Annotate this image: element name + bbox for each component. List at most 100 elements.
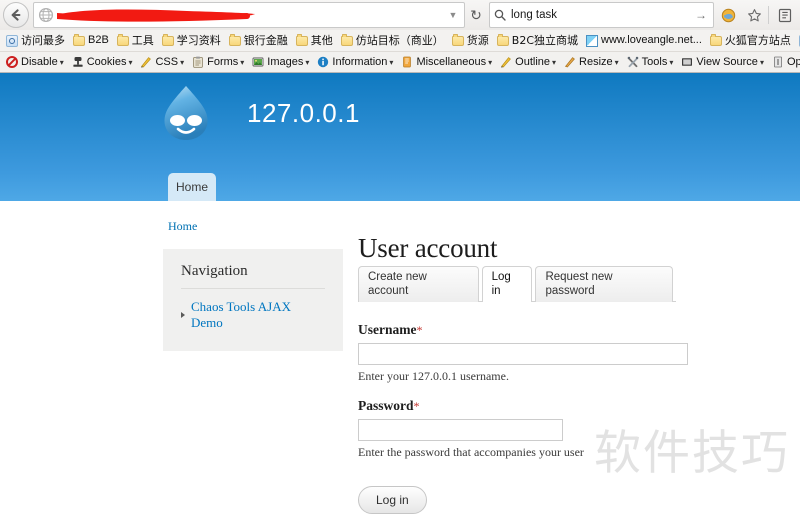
bookmark-label: 银行金融	[243, 34, 288, 47]
miscellaneous-icon	[403, 56, 412, 68]
address-bar-text-wrap	[57, 5, 446, 25]
toolbar-divider	[768, 6, 769, 24]
devtool-label: Cookies	[86, 55, 127, 68]
web-developer-toolbar: Disable ▾ Cookies ▾ CSS ▾ Forms ▾ Images…	[0, 51, 800, 72]
devtool-forms[interactable]: Forms ▾	[188, 53, 248, 72]
breadcrumb[interactable]: Home	[168, 219, 197, 234]
devtool-css[interactable]: CSS ▾	[136, 53, 188, 72]
bookmark-label: B2B	[88, 34, 109, 46]
devtool-label: Outline	[515, 55, 551, 68]
bookmark-item[interactable]: 仿站目标（商业）	[337, 31, 448, 50]
bookmark-item[interactable]: 学习资料	[158, 31, 225, 50]
devtool-images[interactable]: Images ▾	[248, 53, 313, 72]
tab-label: Request new password	[545, 271, 613, 297]
caret-down-icon: ▾	[552, 57, 557, 67]
menu-item-home[interactable]: Home	[168, 173, 216, 201]
sidebar-block-title: Navigation	[181, 263, 325, 289]
page-body: Home Navigation Chaos Tools AJAX Demo Us…	[0, 201, 800, 517]
firefox-account-icon[interactable]	[716, 3, 740, 27]
account-tabs: Create new account Log in Request new pa…	[358, 266, 676, 302]
bookmark-item[interactable]: 货源	[448, 31, 493, 50]
devtool-outline[interactable]: Outline ▾	[496, 53, 560, 72]
sidebar-item-chaos-tools-ajax-demo[interactable]: Chaos Tools AJAX Demo	[181, 299, 325, 331]
bookmark-item[interactable]: www.loveangle.net...	[582, 31, 706, 50]
back-button[interactable]	[3, 2, 29, 28]
folder-icon	[116, 33, 129, 46]
devtool-resize[interactable]: Resize ▾	[560, 53, 623, 72]
url-redaction-scribble	[57, 9, 255, 22]
tab-create-new-account[interactable]: Create new account	[358, 266, 479, 302]
search-input-value[interactable]: long task	[511, 4, 695, 26]
bookmark-item[interactable]: 访问最多	[2, 31, 69, 50]
reload-button[interactable]: ↻	[465, 3, 487, 27]
bookmark-item[interactable]: B2C独立商城	[493, 31, 582, 50]
log-in-submit-label: Log in	[376, 493, 409, 507]
watermark: 软件技巧	[594, 426, 790, 481]
devtool-cookies[interactable]: Cookies ▾	[68, 53, 137, 72]
devtool-view-source[interactable]: View Source ▾	[677, 53, 768, 72]
devtool-information[interactable]: Information ▾	[313, 53, 397, 72]
log-in-submit-button[interactable]: Log in	[358, 486, 427, 514]
bookmark-item[interactable]: 火狐官方站点	[706, 31, 795, 50]
username-input[interactable]	[358, 343, 688, 365]
bookmark-label: www.loveangle.net...	[601, 34, 702, 46]
disable-icon	[6, 56, 18, 68]
site-branding[interactable]: 127.0.0.1	[163, 85, 360, 141]
devtool-label: Information	[332, 55, 388, 68]
devtool-tools[interactable]: Tools ▾	[623, 53, 678, 72]
caret-down-icon: ▾	[59, 57, 64, 67]
tab-log-in[interactable]: Log in	[481, 266, 533, 302]
required-marker: *	[416, 323, 423, 337]
bookmark-star-icon[interactable]	[742, 3, 766, 27]
site-header: 127.0.0.1	[0, 73, 800, 173]
drupal-droplet-icon	[164, 86, 208, 140]
bookmark-item[interactable]: 工具	[113, 31, 158, 50]
bookmark-label: 工具	[131, 34, 154, 47]
options-icon	[773, 56, 782, 68]
bookmark-item[interactable]: B2B	[69, 31, 113, 50]
devtool-disable[interactable]: Disable ▾	[2, 53, 68, 72]
caret-down-icon: ▾	[488, 57, 493, 67]
devtool-label: View Source	[696, 55, 758, 68]
sidebar-navigation-block: Navigation Chaos Tools AJAX Demo	[163, 249, 343, 351]
username-label: Username*	[358, 322, 768, 338]
breadcrumb-item-home[interactable]: Home	[168, 219, 197, 233]
caret-down-icon: ▾	[128, 57, 133, 67]
search-submit-icon[interactable]: →	[695, 8, 709, 22]
bookmark-label: 货源	[466, 34, 489, 47]
tab-label: Log in	[491, 271, 511, 297]
username-field-group: Username* Enter your 127.0.0.1 username.	[358, 322, 768, 384]
site-favicon	[586, 34, 599, 47]
bookmark-item[interactable]: 访问最多	[795, 31, 800, 50]
devtool-miscellaneous[interactable]: Miscellaneous ▾	[397, 53, 496, 72]
page-title: User account	[358, 233, 498, 263]
site-name: 127.0.0.1	[247, 97, 360, 128]
primary-menu: Home	[0, 173, 800, 201]
most-visited-icon	[6, 34, 18, 47]
devtool-options[interactable]: Options ▾	[768, 53, 800, 72]
folder-icon	[73, 33, 85, 46]
resize-icon	[565, 57, 575, 68]
address-bar[interactable]: ▼	[33, 2, 465, 28]
sidebar-library-icon[interactable]	[773, 3, 797, 27]
sidebar-item-label: Chaos Tools AJAX Demo	[191, 299, 291, 330]
folder-icon	[228, 33, 241, 46]
globe-icon	[38, 7, 54, 23]
password-input[interactable]	[358, 419, 563, 441]
bookmark-label: 学习资料	[176, 34, 221, 47]
search-bar[interactable]: long task →	[489, 2, 714, 28]
folder-icon	[161, 33, 174, 46]
css-icon	[141, 57, 152, 68]
folder-icon	[496, 33, 509, 46]
folder-icon	[295, 33, 308, 46]
address-bar-dropdown-icon[interactable]: ▼	[446, 10, 460, 20]
tab-request-new-password[interactable]: Request new password	[535, 266, 673, 302]
triangle-right-icon	[181, 312, 185, 318]
bookmark-item[interactable]: 银行金融	[225, 31, 292, 50]
bookmark-item[interactable]: 其他	[292, 31, 337, 50]
forms-icon	[193, 56, 203, 68]
devtool-label: CSS	[155, 55, 179, 68]
menu-item-label: Home	[175, 180, 208, 194]
folder-icon	[709, 33, 722, 46]
bookmark-label: 其他	[310, 34, 333, 47]
